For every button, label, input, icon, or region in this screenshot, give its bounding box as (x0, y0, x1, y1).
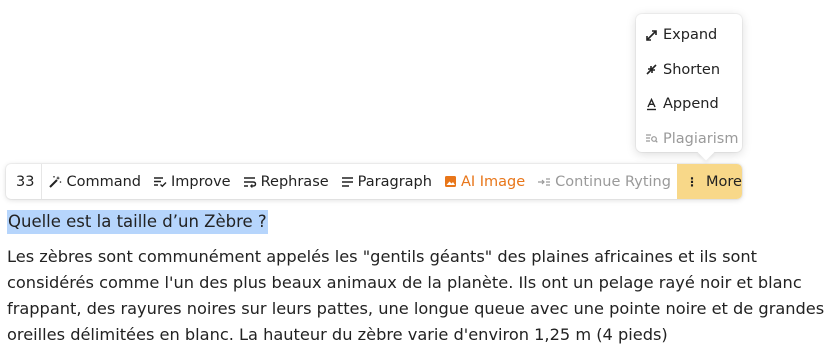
continue-ryting-label: Continue Ryting (555, 173, 671, 190)
paragraph-label: Paragraph (357, 173, 432, 190)
menu-item-plagiarism[interactable]: Plagiarism (636, 122, 742, 157)
paragraph-icon (341, 176, 354, 188)
improve-label: Improve (170, 173, 231, 190)
plagiarism-icon (644, 132, 658, 145)
word-count: 33 (6, 164, 43, 199)
command-button[interactable]: Command (42, 164, 147, 199)
more-button[interactable]: ⋮ More (676, 164, 742, 199)
rephrase-label: Rephrase (260, 173, 329, 190)
menu-item-append-label: Append (663, 96, 719, 113)
continue-icon (537, 177, 551, 187)
paragraph-button[interactable]: Paragraph (335, 164, 438, 199)
selected-heading[interactable]: Quelle est la taille d’un Zèbre ? (7, 210, 268, 234)
improve-icon (153, 176, 167, 188)
menu-item-expand[interactable]: Expand (636, 18, 742, 53)
ai-image-label: AI Image (460, 173, 526, 190)
expand-icon (644, 29, 658, 42)
more-vertical-icon: ⋮ (685, 174, 698, 189)
continue-ryting-button[interactable]: Continue Ryting (531, 164, 677, 199)
menu-item-expand-label: Expand (663, 27, 718, 44)
shorten-icon (644, 63, 658, 76)
rephrase-button[interactable]: Rephrase (237, 164, 335, 199)
menu-item-append[interactable]: Append (636, 87, 742, 122)
improve-button[interactable]: Improve (147, 164, 237, 199)
more-dropdown-menu: Expand Shorten Append Plagiarism (636, 14, 742, 152)
command-label: Command (66, 173, 141, 190)
more-label: More (705, 173, 742, 190)
magic-wand-icon (48, 175, 62, 189)
ai-toolbar: 33 Command Improve Rephrase Paragraph AI… (6, 164, 742, 199)
append-icon (644, 97, 658, 111)
menu-item-shorten[interactable]: Shorten (636, 53, 742, 88)
body-paragraph[interactable]: Les zèbres sont communément appelés les … (7, 244, 837, 348)
ai-image-button[interactable]: AI Image (438, 164, 531, 199)
menu-item-plagiarism-label: Plagiarism (663, 130, 739, 147)
menu-item-shorten-label: Shorten (663, 61, 721, 78)
rephrase-icon (243, 176, 257, 188)
image-icon (444, 175, 457, 188)
